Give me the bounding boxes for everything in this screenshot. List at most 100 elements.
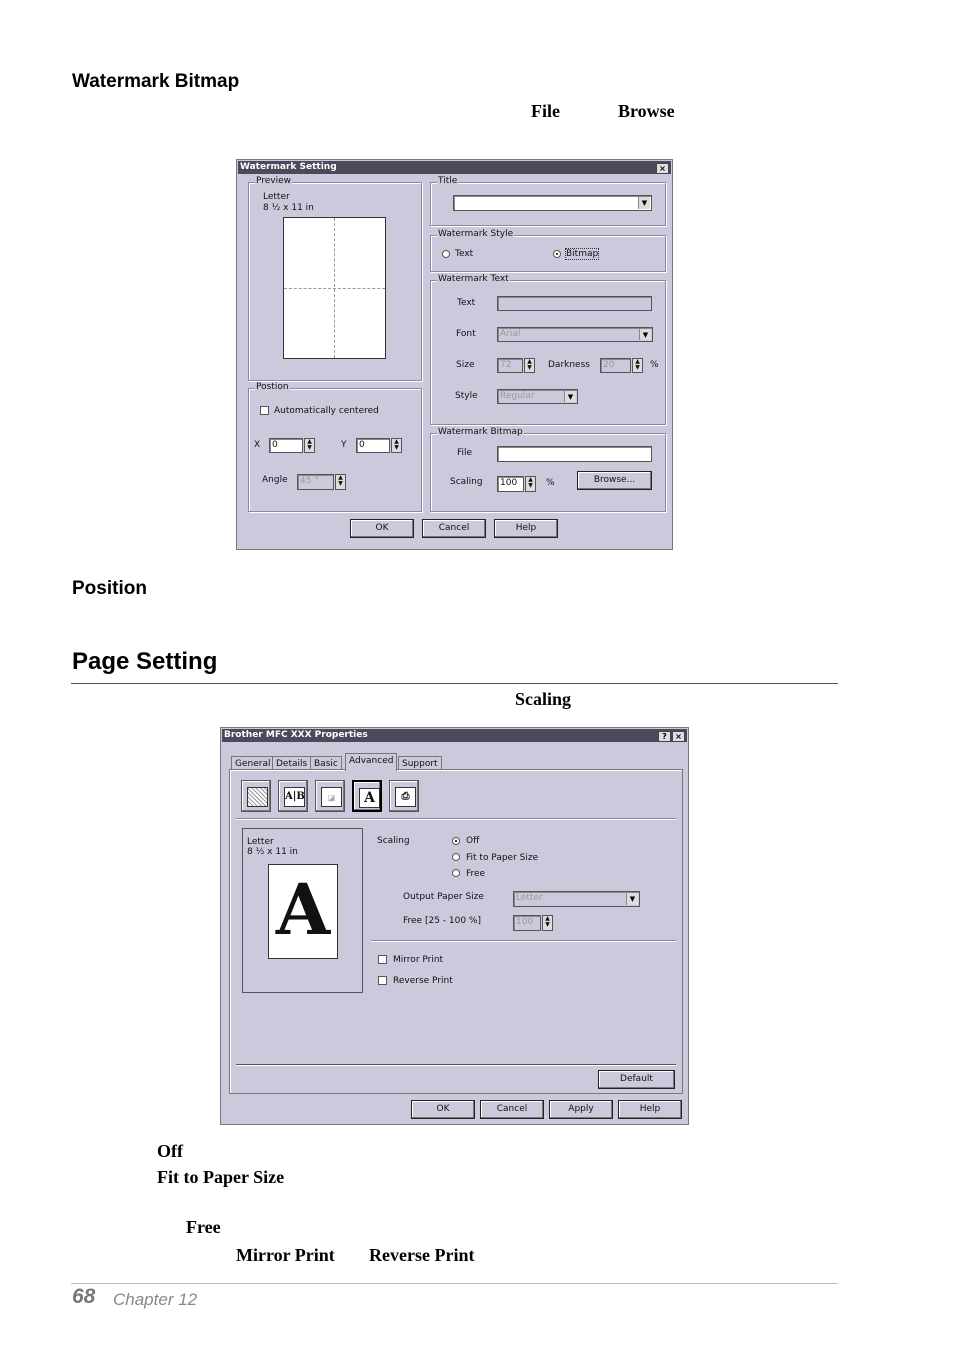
quality-icon xyxy=(247,787,268,807)
x-spinner[interactable]: ▲ ▼ xyxy=(304,438,315,453)
reverse-print-label: Reverse Print xyxy=(393,976,453,986)
chapter-label: Chapter 12 xyxy=(113,1290,198,1309)
page-number: 68 xyxy=(72,1285,96,1308)
cancel-button[interactable]: Cancel xyxy=(422,519,486,538)
title-label: Title xyxy=(437,176,459,186)
style-label: Style xyxy=(455,391,478,401)
title-dropdown[interactable]: ▼ xyxy=(453,195,652,211)
scaling-spinner[interactable]: ▲ ▼ xyxy=(525,476,536,492)
darkness-input[interactable]: 20 xyxy=(600,358,631,373)
reverse-print-checkbox[interactable] xyxy=(378,976,387,985)
style-bitmap-radio[interactable] xyxy=(553,250,561,258)
tab-general[interactable]: General xyxy=(231,756,275,770)
angle-spinner[interactable]: ▲ ▼ xyxy=(335,474,346,490)
footer-rule xyxy=(71,1283,838,1284)
y-label: Y xyxy=(341,440,347,450)
darkness-label: Darkness xyxy=(548,360,590,370)
default-button[interactable]: Default xyxy=(598,1070,675,1089)
close-icon[interactable]: × xyxy=(672,731,685,742)
watermark-style-group: Watermark Style Text Bitmap xyxy=(430,229,666,272)
term-free: Free xyxy=(186,1217,221,1237)
style-text-radio[interactable] xyxy=(442,250,450,258)
apply-button[interactable]: Apply xyxy=(549,1100,613,1119)
preview-paper-size: 8 ½ x 11 in xyxy=(263,203,314,213)
watermark-icon-button[interactable]: ◪ xyxy=(315,780,345,812)
tab-details[interactable]: Details xyxy=(272,756,312,770)
style-bitmap-label: Bitmap xyxy=(564,248,600,260)
device-options-icon: ⎙ xyxy=(395,787,416,807)
font-value: Arial xyxy=(500,329,521,339)
help-button[interactable]: Help xyxy=(618,1100,682,1119)
dialog-titlebar: Watermark Setting × xyxy=(238,161,671,174)
position-group: Postion Automatically centered X 0 ▲ ▼ Y … xyxy=(248,382,422,512)
help-icon[interactable]: ? xyxy=(658,731,671,742)
cancel-button[interactable]: Cancel xyxy=(480,1100,544,1119)
term-fit-to-paper-size: Fit to Paper Size xyxy=(157,1167,285,1187)
preview-paper: Letter xyxy=(247,837,274,847)
darkness-percent: % xyxy=(650,360,659,370)
font-label: Font xyxy=(456,329,476,339)
heading-page-setting: Page Setting xyxy=(72,648,218,675)
page-setting-icon: A xyxy=(359,788,380,808)
term-off: Off xyxy=(157,1141,183,1161)
ok-button[interactable]: OK xyxy=(411,1100,475,1119)
browse-button[interactable]: Browse... xyxy=(577,471,652,490)
preview-label: Preview xyxy=(255,176,293,186)
properties-dialog: Brother MFC XXX Properties ? × General D… xyxy=(220,727,689,1125)
heading-watermark-bitmap: Watermark Bitmap xyxy=(72,71,240,92)
scaling-label: Scaling xyxy=(450,477,483,487)
x-input[interactable]: 0 xyxy=(269,438,303,453)
font-dropdown[interactable]: Arial ▼ xyxy=(497,327,653,342)
style-dropdown[interactable]: Regular ▼ xyxy=(497,389,578,404)
preview-group: Preview Letter 8 ½ x 11 in xyxy=(248,176,422,381)
watermark-text-label: Watermark Text xyxy=(437,274,510,284)
term-mirror-print: Mirror Print xyxy=(236,1245,335,1265)
preview-box: Letter 8 ½ x 11 in A xyxy=(242,828,363,993)
darkness-spinner[interactable]: ▲ ▼ xyxy=(632,358,643,373)
style-text-label: Text xyxy=(455,249,474,259)
close-icon[interactable]: × xyxy=(656,163,669,174)
angle-label: Angle xyxy=(262,475,288,485)
text-input[interactable] xyxy=(497,296,652,311)
term-browse: Browse xyxy=(618,101,675,121)
angle-input[interactable]: 45 ° xyxy=(297,474,334,490)
title-group: Title ▼ xyxy=(430,176,666,226)
device-options-icon-button[interactable]: ⎙ xyxy=(389,780,419,812)
heading-position: Position xyxy=(72,578,147,599)
x-label: X xyxy=(254,440,261,450)
y-input[interactable]: 0 xyxy=(356,438,390,453)
watermark-style-label: Watermark Style xyxy=(437,229,515,239)
dialog-title: Brother MFC XXX Properties xyxy=(224,730,368,740)
scaling-fit-label: Fit to Paper Size xyxy=(466,853,539,863)
size-input[interactable]: 72 xyxy=(497,358,523,373)
scaling-off-label: Off xyxy=(466,836,480,846)
free-range-label: Free [25 - 100 %] xyxy=(403,916,481,926)
scaling-label: Scaling xyxy=(377,836,410,846)
free-scale-spinner[interactable]: ▲ ▼ xyxy=(542,915,553,931)
free-scale-input[interactable]: 100 xyxy=(513,915,541,931)
multi-page-icon-button[interactable]: A|B xyxy=(278,780,308,812)
dialog-title: Watermark Setting xyxy=(240,162,337,172)
scaling-fit-radio[interactable] xyxy=(452,853,460,861)
output-paper-size-label: Output Paper Size xyxy=(403,892,484,902)
scaling-input[interactable]: 100 xyxy=(497,476,524,492)
output-paper-size-dropdown[interactable]: Letter ▼ xyxy=(513,891,640,907)
section-rule xyxy=(71,683,838,684)
quality-icon-button[interactable] xyxy=(241,780,271,812)
page-setting-icon-button[interactable]: A xyxy=(352,780,382,812)
auto-centered-checkbox[interactable] xyxy=(260,406,269,415)
scaling-free-radio[interactable] xyxy=(452,869,460,877)
scaling-divider xyxy=(371,940,676,942)
mirror-print-checkbox[interactable] xyxy=(378,955,387,964)
bottom-divider xyxy=(236,1064,676,1066)
size-spinner[interactable]: ▲ ▼ xyxy=(524,358,535,373)
file-input[interactable] xyxy=(497,446,652,462)
help-button[interactable]: Help xyxy=(494,519,558,538)
tab-support[interactable]: Support xyxy=(398,756,442,770)
preview-horizontal-guide xyxy=(284,288,385,289)
tab-advanced[interactable]: Advanced xyxy=(345,753,398,771)
tab-basic[interactable]: Basic xyxy=(310,756,342,770)
y-spinner[interactable]: ▲ ▼ xyxy=(391,438,402,453)
scaling-off-radio[interactable] xyxy=(452,837,460,845)
ok-button[interactable]: OK xyxy=(350,519,414,538)
